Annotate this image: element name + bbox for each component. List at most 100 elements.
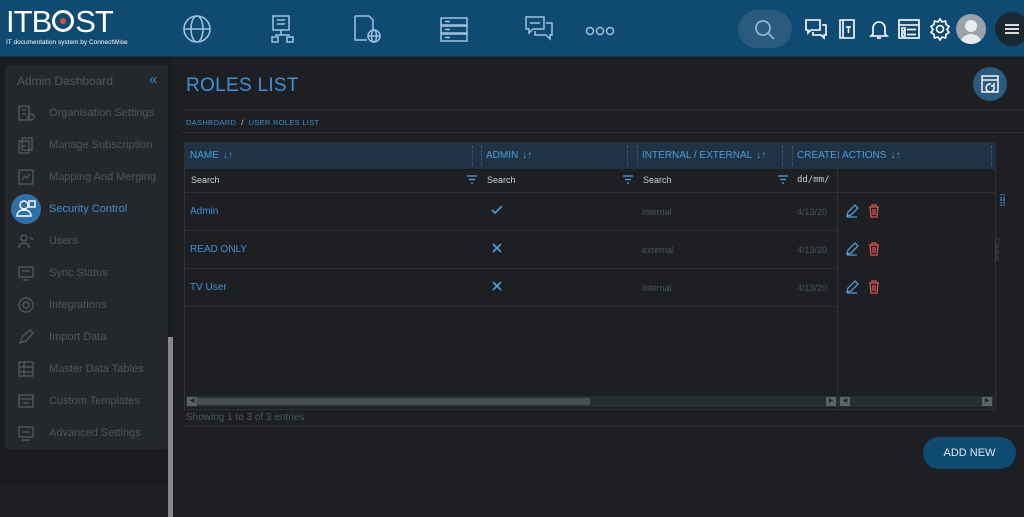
role-name-link[interactable]: TV User — [190, 282, 227, 293]
sidebar-item-label: Sync Status — [49, 267, 108, 279]
column-header-actions[interactable]: ACTIONS ↓↑ — [842, 150, 900, 161]
sidebar-item-users[interactable]: Users — [5, 229, 168, 255]
column-header-name[interactable]: NAME ↓↑ — [190, 150, 233, 161]
sidebar-item-mapping-and-merging[interactable]: Mapping And Merging — [5, 165, 168, 191]
created-date: 4/13/20 — [797, 245, 828, 255]
pagination-summary: Showing 1 to 3 of 3 entries — [186, 412, 305, 423]
sidebar-item-custom-templates[interactable]: Custom Templates — [5, 389, 168, 415]
table-row[interactable]: READ ONLY external 4/13/20 — [185, 231, 995, 269]
bell-icon[interactable] — [867, 17, 891, 41]
add-new-button[interactable]: ADD NEW — [923, 437, 1016, 469]
cross-icon — [492, 281, 502, 291]
mapping-icon — [18, 169, 34, 185]
sidebar-item-master-data-tables[interactable]: Master Data Tables — [5, 357, 168, 383]
sidebar-item-label: Custom Templates — [49, 395, 140, 407]
sidebar-item-manage-subscription[interactable]: Manage Subscription — [5, 133, 168, 159]
horizontal-scrollbar[interactable]: ◀ ▶ ◀ ▶ — [186, 396, 994, 407]
edit-icon[interactable] — [845, 280, 859, 294]
role-name-link[interactable]: Admin — [190, 206, 218, 217]
scrollbar-thumb[interactable] — [196, 398, 590, 405]
sidebar: Admin Dashboard « Organisation Settings … — [0, 57, 173, 517]
filter-icon[interactable] — [466, 174, 478, 185]
delete-icon[interactable] — [867, 280, 881, 294]
column-divider[interactable] — [627, 146, 628, 166]
sidebar-item-label: Advanced Settings — [49, 427, 141, 439]
role-type: external — [642, 245, 675, 255]
gear-icon[interactable] — [928, 17, 952, 42]
pinned-column-divider — [837, 143, 838, 411]
roles-grid: NAME ↓↑ ADMIN ↓↑ INTERNAL / EXTERNAL ↓↑ CRE… — [184, 142, 996, 411]
sort-icon[interactable]: ↓↑ — [223, 150, 233, 161]
sidebar-item-import-data[interactable]: Import Data — [5, 325, 168, 351]
column-divider[interactable] — [782, 146, 783, 166]
cross-icon — [492, 243, 502, 253]
table-row[interactable]: Admin internal 4/13/20 — [185, 193, 995, 231]
main-content: ROLES LIST DASHBOARD / USER ROLES LIST NAM… — [173, 57, 1024, 486]
column-divider[interactable] — [792, 146, 793, 166]
role-name-link[interactable]: READ ONLY — [190, 244, 247, 255]
role-type: internal — [642, 207, 672, 217]
filter-icon[interactable] — [777, 174, 789, 185]
sort-icon[interactable]: ↓↑ — [756, 150, 766, 161]
more-icon[interactable] — [584, 13, 616, 45]
check-icon — [491, 205, 503, 215]
globe-icon[interactable] — [181, 13, 213, 45]
export-button[interactable] — [973, 67, 1007, 101]
org-chart-icon[interactable] — [268, 13, 300, 45]
column-divider[interactable] — [472, 146, 473, 166]
subscription-icon — [18, 137, 33, 154]
column-divider[interactable] — [991, 146, 992, 166]
table-row[interactable]: TV User internal 4/13/20 — [185, 269, 995, 307]
sidebar-item-security-control[interactable]: Security Control — [5, 194, 168, 224]
edit-icon[interactable] — [845, 204, 859, 218]
edit-icon[interactable] — [845, 242, 859, 256]
list-icon[interactable] — [897, 17, 921, 41]
divider — [181, 109, 1024, 110]
book-icon[interactable] — [835, 17, 859, 41]
search-icon — [755, 20, 775, 40]
document-globe-icon[interactable] — [351, 13, 383, 45]
sidebar-item-advanced-settings[interactable]: Advanced Settings — [5, 421, 168, 447]
filter-row: Search Search Search dd/mm/ — [185, 169, 995, 193]
sidebar-item-sync-status[interactable]: Sync Status — [5, 261, 168, 287]
scroll-right-icon[interactable]: ▶ — [826, 397, 836, 406]
column-divider[interactable] — [481, 146, 482, 166]
name-filter-input[interactable]: Search — [191, 175, 220, 185]
table-icon — [18, 361, 34, 377]
menu-icon — [1005, 24, 1019, 34]
column-divider[interactable] — [637, 146, 638, 166]
itboost-logo[interactable]: ITB ST IT documentation system by Connect… — [6, 6, 156, 52]
users-icon — [18, 234, 34, 249]
breadcrumb-dashboard[interactable]: DASHBOARD — [186, 118, 236, 127]
advanced-icon — [18, 426, 34, 441]
sort-icon[interactable]: ↓↑ — [522, 150, 532, 161]
sidebar-item-organisation-settings[interactable]: Organisation Settings — [5, 101, 168, 127]
sidebar-panel: Admin Dashboard « Organisation Settings … — [5, 65, 168, 449]
columns-side-panel[interactable]: ⠿ ⠿ Columns — [993, 194, 1010, 355]
search-button[interactable] — [738, 10, 792, 48]
scroll-left-icon[interactable]: ◀ — [840, 397, 850, 406]
scroll-right-icon[interactable]: ▶ — [982, 397, 992, 406]
grid-columns-icon: ⠿ ⠿ — [999, 194, 1006, 210]
admin-filter-input[interactable]: Search — [487, 175, 516, 185]
delete-icon[interactable] — [867, 204, 881, 218]
sort-icon[interactable]: ↓↑ — [890, 150, 900, 161]
organisation-icon — [18, 105, 35, 121]
column-header-admin[interactable]: ADMIN ↓↑ — [486, 150, 532, 161]
messages-icon[interactable] — [804, 17, 828, 41]
server-icon[interactable] — [438, 13, 470, 45]
sidebar-title: Admin Dashboard — [17, 74, 114, 88]
collapse-sidebar-icon[interactable]: « — [149, 71, 157, 88]
sidebar-item-label: Organisation Settings — [49, 107, 155, 119]
sidebar-item-integrations[interactable]: Integrations — [5, 293, 168, 319]
type-filter-input[interactable]: Search — [643, 175, 672, 185]
menu-button[interactable] — [995, 12, 1024, 46]
avatar[interactable] — [956, 14, 986, 44]
created-date-filter-input[interactable]: dd/mm/ — [797, 175, 830, 185]
filter-icon[interactable] — [622, 174, 634, 185]
chat-icon[interactable] — [523, 13, 555, 45]
column-header-internal-external[interactable]: INTERNAL / EXTERNAL ↓↑ — [642, 150, 766, 161]
security-icon — [11, 194, 41, 224]
delete-icon[interactable] — [867, 242, 881, 256]
column-header-created[interactable]: CREATED — [797, 150, 839, 161]
